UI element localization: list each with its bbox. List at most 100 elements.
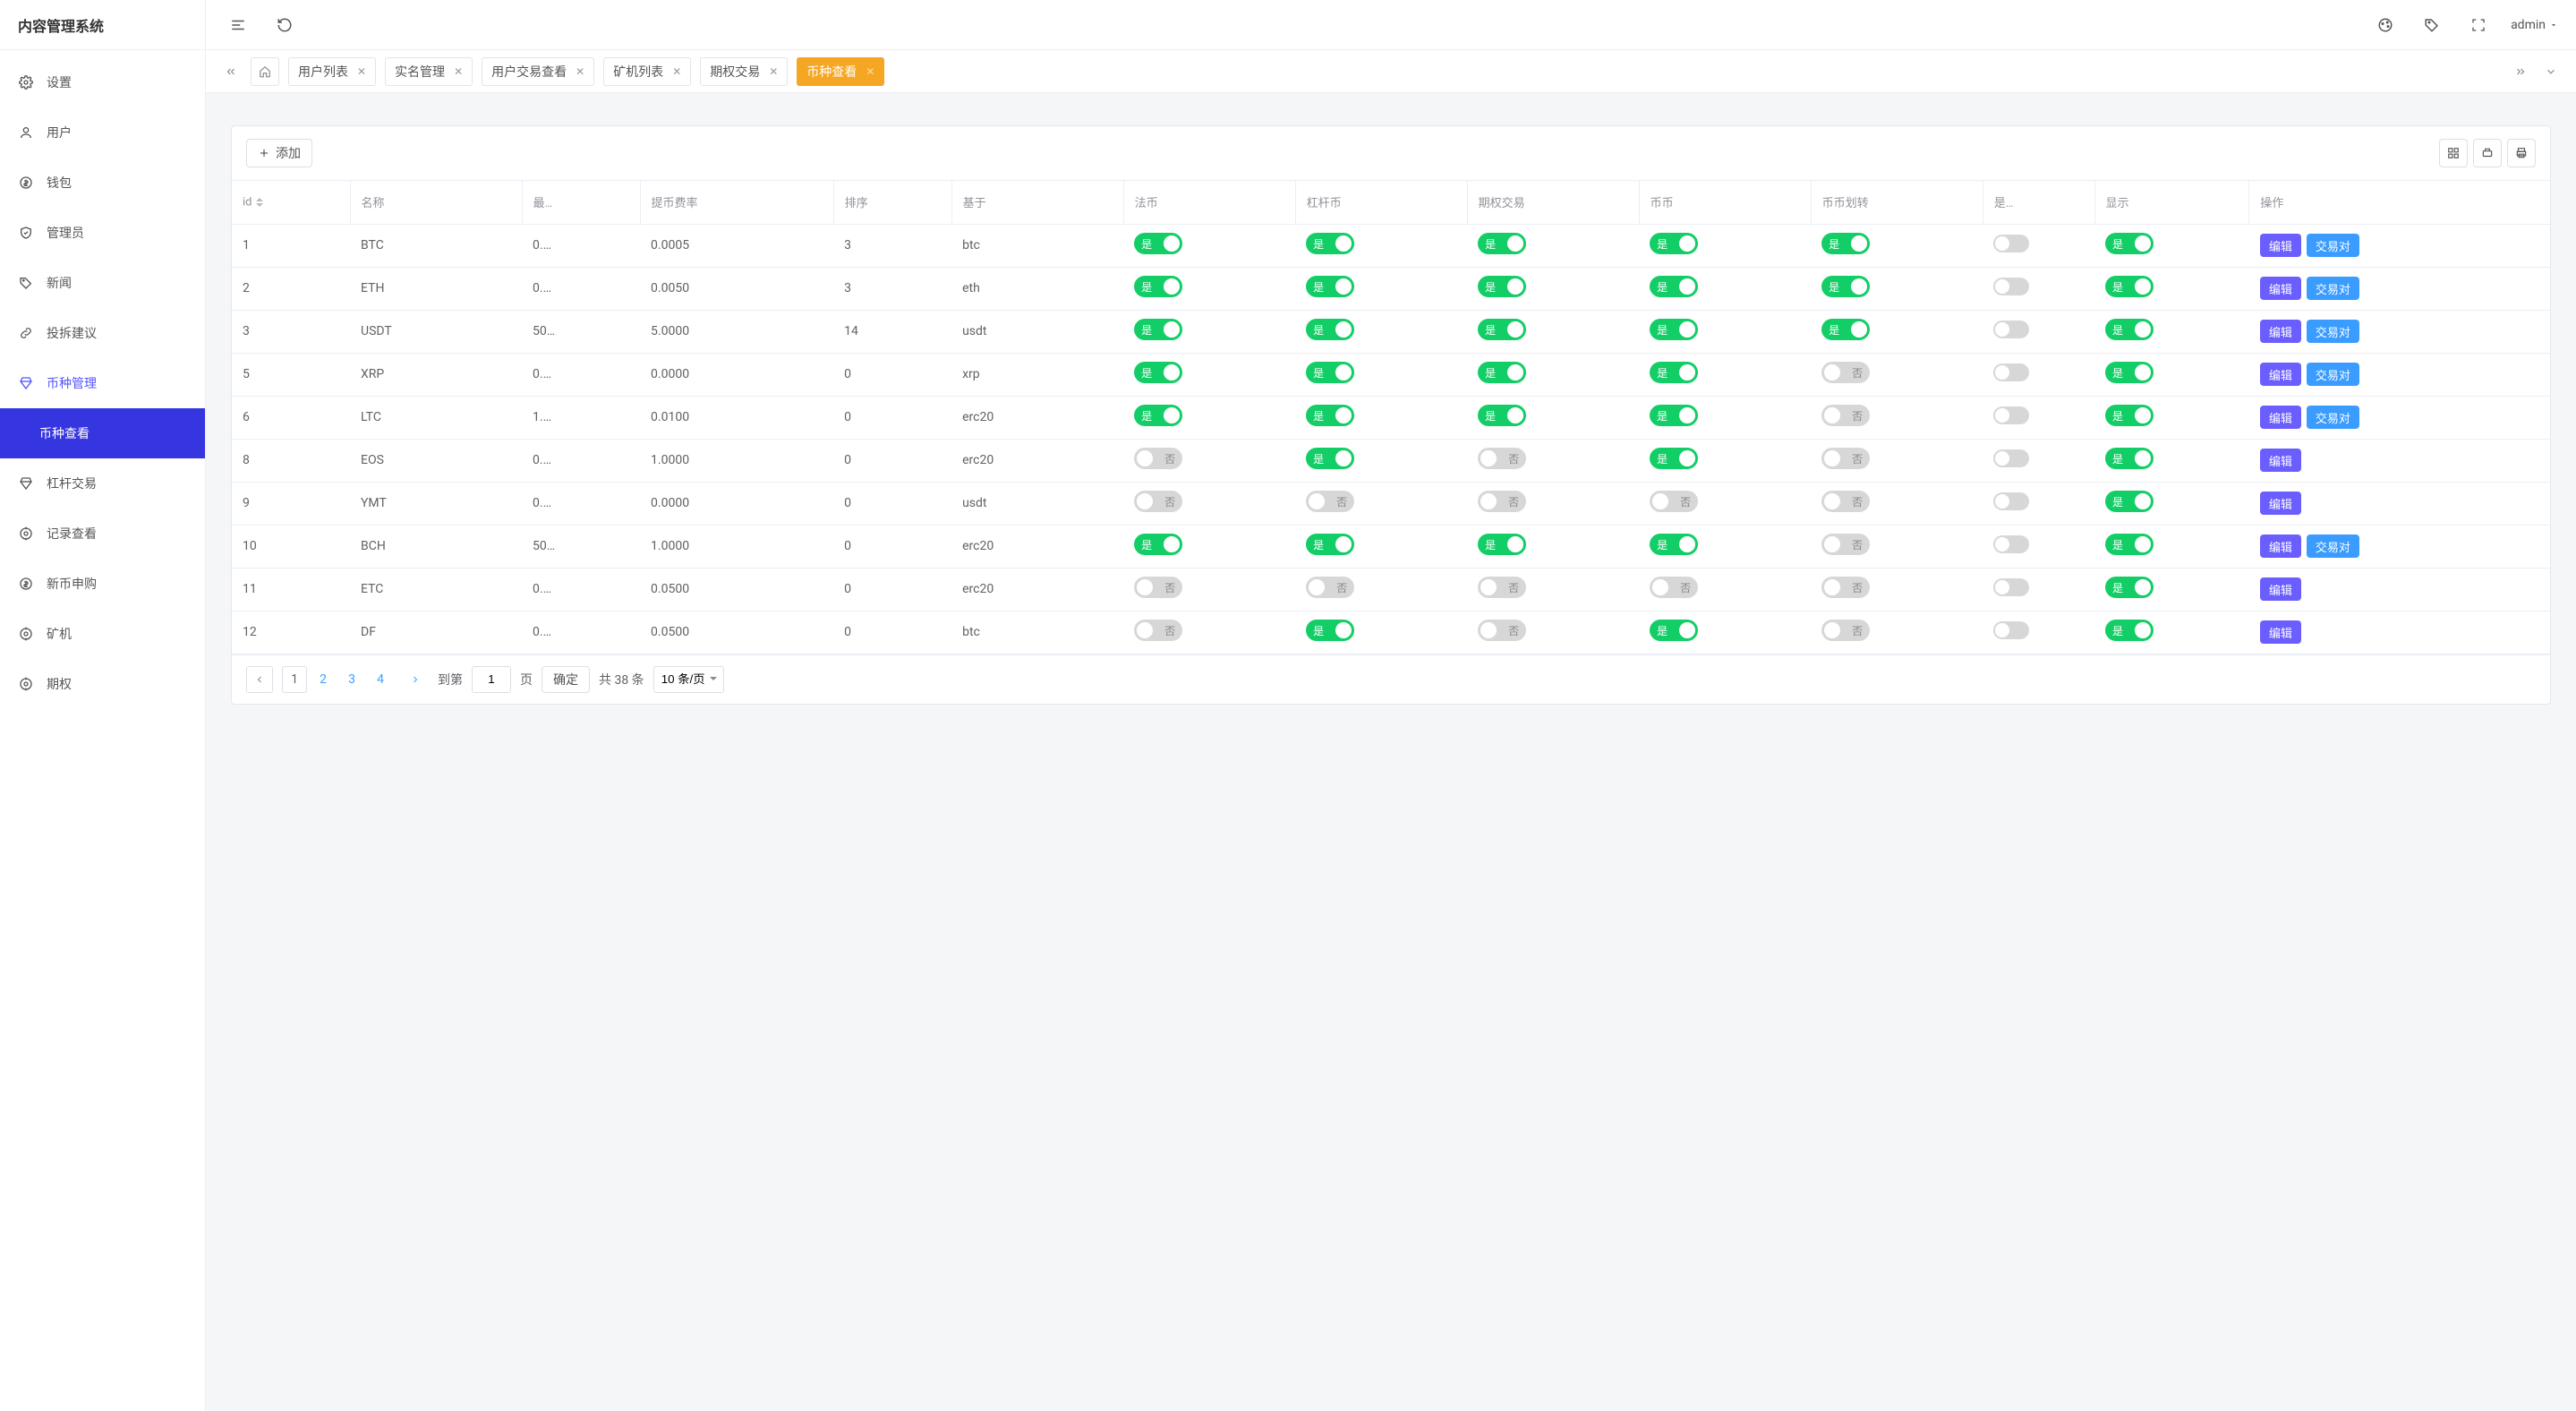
toggle-switch[interactable]: 否	[1478, 448, 1526, 469]
toggle-switch[interactable]: 是	[2105, 448, 2154, 469]
edit-button[interactable]: 编辑	[2260, 534, 2301, 558]
column-header[interactable]: 显示	[2094, 181, 2249, 224]
toggle-switch[interactable]: 否	[1821, 534, 1870, 555]
pair-button[interactable]: 交易对	[2307, 320, 2359, 343]
tab-close-icon[interactable]: ✕	[769, 65, 778, 78]
toggle-switch[interactable]: 是	[1650, 534, 1698, 555]
sidebar-item[interactable]: 钱包	[0, 158, 205, 208]
pager-page-number[interactable]: 3	[339, 666, 364, 693]
tab[interactable]: 实名管理✕	[385, 57, 473, 86]
user-menu[interactable]: admin	[2511, 11, 2558, 39]
toggle-switch[interactable]: 是	[1306, 620, 1354, 641]
toggle-switch[interactable]: 否	[1821, 577, 1870, 598]
toggle-switch[interactable]: 是	[1134, 534, 1182, 555]
toggle-switch[interactable]: 是	[1306, 405, 1354, 426]
column-header[interactable]: 排序	[833, 181, 951, 224]
toggle-switch[interactable]: 是	[1134, 319, 1182, 340]
sidebar-item[interactable]: 用户	[0, 107, 205, 158]
toggle-switch[interactable]: 是	[2105, 362, 2154, 383]
toggle-switch[interactable]: 是	[1306, 319, 1354, 340]
toggle-switch[interactable]	[1993, 492, 2029, 510]
pager-next-button[interactable]	[402, 666, 429, 693]
edit-button[interactable]: 编辑	[2260, 406, 2301, 429]
toggle-switch[interactable]: 是	[1650, 362, 1698, 383]
toggle-switch[interactable]: 是	[2105, 276, 2154, 297]
edit-button[interactable]: 编辑	[2260, 577, 2301, 601]
toggle-switch[interactable]: 是	[2105, 405, 2154, 426]
toggle-switch[interactable]: 否	[1821, 362, 1870, 383]
export-button[interactable]	[2473, 139, 2502, 167]
tab-close-icon[interactable]: ✕	[672, 65, 681, 78]
tab[interactable]: 矿机列表✕	[603, 57, 691, 86]
refresh-icon[interactable]	[270, 11, 299, 39]
toggle-switch[interactable]: 否	[1821, 491, 1870, 512]
toggle-switch[interactable]	[1993, 535, 2029, 553]
toggle-switch[interactable]: 是	[1478, 534, 1526, 555]
toggle-switch[interactable]: 是	[2105, 491, 2154, 512]
tabs-dropdown-icon[interactable]	[2540, 61, 2562, 82]
pair-button[interactable]: 交易对	[2307, 277, 2359, 300]
toggle-switch[interactable]	[1993, 578, 2029, 596]
toggle-switch[interactable]: 是	[1478, 362, 1526, 383]
edit-button[interactable]: 编辑	[2260, 234, 2301, 257]
tab-close-icon[interactable]: ✕	[576, 65, 584, 78]
column-header[interactable]: 操作	[2249, 181, 2550, 224]
column-header[interactable]: 是…	[1983, 181, 2094, 224]
column-header[interactable]: id	[232, 181, 350, 224]
toggle-switch[interactable]: 是	[1306, 534, 1354, 555]
toggle-switch[interactable]: 否	[1478, 491, 1526, 512]
toggle-switch[interactable]: 是	[2105, 577, 2154, 598]
toggle-switch[interactable]	[1993, 406, 2029, 424]
toggle-switch[interactable]: 是	[1478, 319, 1526, 340]
sidebar-item[interactable]: 记录查看	[0, 509, 205, 559]
toggle-switch[interactable]	[1993, 449, 2029, 467]
toggle-switch[interactable]: 是	[1306, 448, 1354, 469]
pair-button[interactable]: 交易对	[2307, 406, 2359, 429]
tabs-scroll-right-icon[interactable]	[2510, 61, 2531, 82]
add-button[interactable]: 添加	[246, 139, 312, 167]
edit-button[interactable]: 编辑	[2260, 277, 2301, 300]
pager-goto-input[interactable]	[472, 666, 511, 693]
tab-close-icon[interactable]: ✕	[357, 65, 366, 78]
toggle-switch[interactable]: 是	[1306, 276, 1354, 297]
pager-confirm-button[interactable]: 确定	[542, 666, 590, 693]
column-header[interactable]: 基于	[951, 181, 1123, 224]
toggle-switch[interactable]	[1993, 321, 2029, 338]
toggle-switch[interactable]: 是	[1821, 233, 1870, 254]
edit-button[interactable]: 编辑	[2260, 492, 2301, 515]
pager-size-select[interactable]: 10 条/页	[653, 666, 724, 693]
toggle-switch[interactable]: 是	[1134, 276, 1182, 297]
tabs-scroll-left-icon[interactable]	[220, 61, 242, 82]
print-button[interactable]	[2507, 139, 2536, 167]
column-header[interactable]: 杠杆币	[1295, 181, 1467, 224]
pair-button[interactable]: 交易对	[2307, 363, 2359, 386]
toggle-switch[interactable]: 否	[1478, 620, 1526, 641]
sidebar-item[interactable]: 投拆建议	[0, 308, 205, 358]
toggle-switch[interactable]: 是	[1650, 233, 1698, 254]
tab[interactable]: 用户交易查看✕	[482, 57, 594, 86]
toggle-switch[interactable]: 否	[1821, 448, 1870, 469]
toggle-switch[interactable]: 是	[1478, 233, 1526, 254]
column-header[interactable]: 名称	[350, 181, 522, 224]
toggle-switch[interactable]: 是	[1821, 319, 1870, 340]
sidebar-item[interactable]: 矿机	[0, 609, 205, 659]
toggle-switch[interactable]: 是	[1650, 319, 1698, 340]
toggle-switch[interactable]: 否	[1134, 448, 1182, 469]
toggle-switch[interactable]: 是	[1134, 362, 1182, 383]
column-header[interactable]: 提币费率	[640, 181, 833, 224]
toggle-switch[interactable]: 否	[1478, 577, 1526, 598]
toggle-switch[interactable]: 否	[1134, 620, 1182, 641]
pager-page-number[interactable]: 2	[311, 666, 336, 693]
toggle-switch[interactable]	[1993, 621, 2029, 639]
toggle-switch[interactable]	[1993, 363, 2029, 381]
toggle-switch[interactable]: 是	[1134, 405, 1182, 426]
sidebar-item[interactable]: 新币申购	[0, 559, 205, 609]
tag-icon[interactable]	[2418, 11, 2446, 39]
tab[interactable]: 币种查看✕	[797, 57, 884, 86]
column-header[interactable]: 期权交易	[1467, 181, 1639, 224]
toggle-switch[interactable]: 否	[1650, 491, 1698, 512]
toggle-switch[interactable]: 是	[2105, 534, 2154, 555]
toggle-switch[interactable]: 是	[2105, 620, 2154, 641]
fullscreen-icon[interactable]	[2464, 11, 2493, 39]
tab-close-icon[interactable]: ✕	[454, 65, 463, 78]
